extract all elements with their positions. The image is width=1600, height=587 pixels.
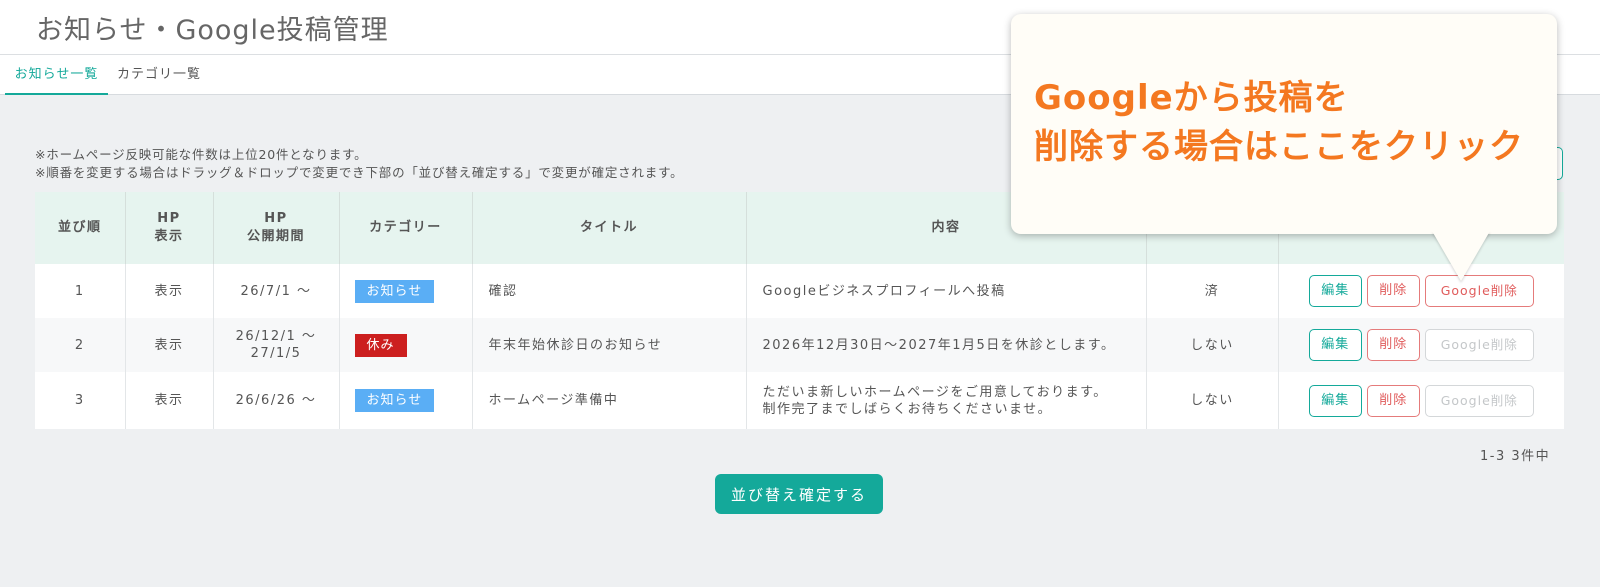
cell-actions: 編集 削除 Google削除 (1278, 318, 1564, 372)
content-line: ただいま新しいホームページをご用意しております。 (762, 384, 1108, 400)
cell-period: 26/7/1 〜 (213, 264, 340, 318)
cell-category: お知らせ (339, 372, 473, 429)
cell-category: 休み (339, 318, 473, 372)
content-line: Googleビジネスプロフィールへ投稿 (762, 283, 1006, 299)
cell-google-status: しない (1146, 372, 1279, 429)
cell-order: 1 (35, 264, 126, 318)
cell-display: 表示 (125, 264, 214, 318)
cell-title: 年末年始休診日のお知らせ (472, 318, 747, 372)
category-badge: 休み (354, 333, 407, 357)
header-category: カテゴリー (339, 192, 473, 264)
period-start: 26/6/26 〜 (235, 393, 317, 408)
header-text: 表示 (154, 229, 184, 244)
confirm-sort-button[interactable]: 並び替え確定する (715, 474, 883, 514)
category-badge: お知らせ (354, 279, 435, 303)
edit-button[interactable]: 編集 (1308, 275, 1362, 307)
delete-button[interactable]: 削除 (1366, 275, 1420, 307)
cell-title: ホームページ準備中 (472, 372, 747, 429)
cell-actions: 編集 削除 Google削除 (1278, 264, 1564, 318)
category-badge: お知らせ (354, 389, 435, 412)
header-order: 並び順 (35, 192, 126, 264)
cell-google-status: しない (1146, 318, 1279, 372)
cell-display: 表示 (125, 372, 214, 429)
header-hp-period: HP 公開期間 (213, 192, 340, 264)
pagination-count: 1-3 3件中 (1480, 449, 1551, 464)
notes: ※ホームページ反映可能な件数は上位20件となります。 ※順番を変更する場合はドラ… (35, 146, 683, 182)
table-row[interactable]: 1 表示 26/7/1 〜 お知らせ 確認 Googleビジネスプロフィールへ投… (35, 264, 1564, 318)
table-row[interactable]: 2 表示 26/12/1 〜 27/1/5 休み 年末年始休診日のお知らせ 202… (35, 318, 1564, 372)
header-hp-display: HP 表示 (125, 192, 214, 264)
cell-period: 26/12/1 〜 27/1/5 (213, 318, 340, 372)
action-group: 編集 削除 Google削除 (1279, 384, 1565, 417)
period-end: 27/1/5 (250, 346, 302, 361)
note-line: ※ホームページ反映可能な件数は上位20件となります。 (35, 147, 368, 162)
google-delete-button: Google削除 (1424, 329, 1534, 361)
callout-arrow (1432, 231, 1490, 281)
cell-display: 表示 (125, 318, 214, 372)
google-delete-button: Google削除 (1424, 384, 1534, 417)
cell-title: 確認 (472, 264, 747, 318)
period-start: 26/7/1 〜 (240, 283, 312, 299)
edit-button[interactable]: 編集 (1308, 384, 1362, 417)
content-line: 制作完了までしばらくお待ちくださいませ。 (762, 401, 1053, 417)
cell-content: ただいま新しいホームページをご用意しております。 制作完了までしばらくお待ちくださ… (746, 372, 1147, 429)
tab-news-list[interactable]: お知らせ一覧 (5, 55, 108, 95)
table-row[interactable]: 3 表示 26/6/26 〜 お知らせ ホームページ準備中 ただいま新しいホーム… (35, 372, 1564, 429)
cell-order: 2 (35, 318, 126, 372)
callout-line: Googleから投稿を (1034, 78, 1349, 118)
delete-button[interactable]: 削除 (1366, 329, 1420, 361)
action-group: 編集 削除 Google削除 (1279, 275, 1565, 307)
delete-button[interactable]: 削除 (1366, 384, 1420, 417)
cell-content: 2026年12月30日〜2027年1月5日を休診とします。 (746, 318, 1147, 372)
callout-tooltip: Googleから投稿を 削除する場合はここをクリック (1011, 14, 1557, 234)
callout-text: Googleから投稿を 削除する場合はここをクリック (1034, 74, 1524, 172)
callout-line: 削除する場合はここをクリック (1034, 127, 1524, 167)
header-text: HP (157, 211, 181, 226)
tab-category-list[interactable]: カテゴリ一覧 (117, 55, 201, 95)
cell-category: お知らせ (339, 264, 473, 318)
period-start: 26/12/1 〜 (235, 329, 317, 344)
cell-actions: 編集 削除 Google削除 (1278, 372, 1564, 429)
cell-google-status: 済 (1146, 264, 1279, 318)
cell-period: 26/6/26 〜 (213, 372, 340, 429)
cell-order: 3 (35, 372, 126, 429)
header-title: タイトル (472, 192, 747, 264)
action-group: 編集 削除 Google削除 (1279, 329, 1565, 361)
header-text: HP (264, 211, 288, 226)
cell-content: Googleビジネスプロフィールへ投稿 (746, 264, 1147, 318)
content-line: 2026年12月30日〜2027年1月5日を休診とします。 (762, 337, 1116, 353)
page-title: お知らせ・Google投稿管理 (36, 15, 389, 46)
header-text: 公開期間 (246, 229, 305, 244)
note-line: ※順番を変更する場合はドラッグ＆ドロップで変更でき下部の「並び替え確定する」で変… (35, 165, 684, 180)
edit-button[interactable]: 編集 (1308, 329, 1362, 361)
